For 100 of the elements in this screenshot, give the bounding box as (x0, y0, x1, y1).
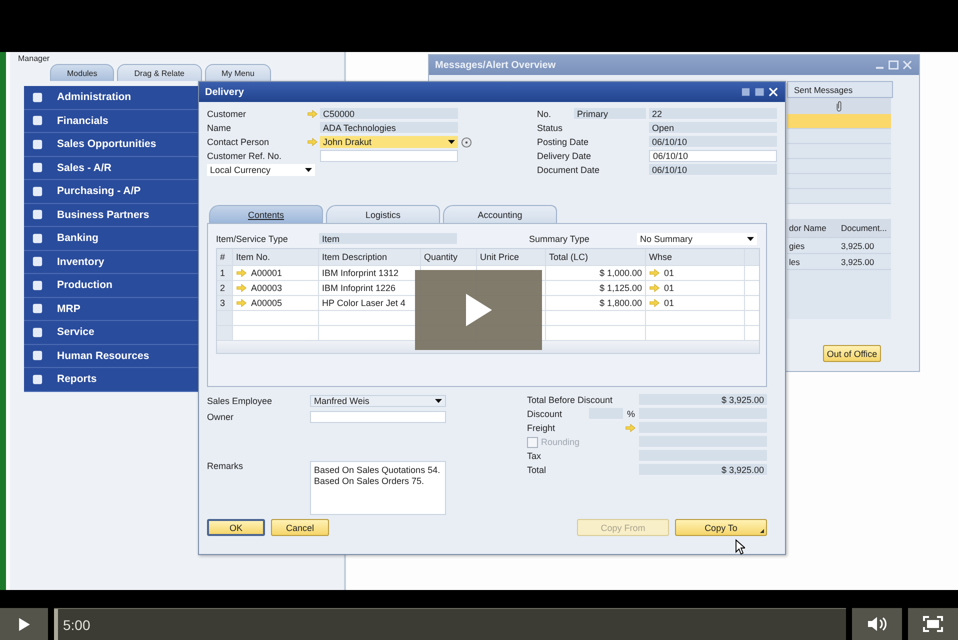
table-cell-text: les (788, 256, 801, 266)
field-label: Contact Person (207, 137, 270, 147)
field-label: Name (207, 123, 232, 133)
arrow-icon[interactable] (236, 299, 247, 307)
readonly-field: C50000 (320, 108, 458, 120)
play-icon (18, 618, 30, 630)
table-cell: $ 1,125.00 (546, 281, 646, 295)
caret-icon (747, 237, 754, 241)
square-icon (32, 350, 43, 362)
form-button[interactable]: OK (207, 519, 265, 536)
column-header: Quantity (421, 249, 477, 265)
table-cell: A00003 (251, 283, 282, 293)
readonly-field: 06/10/10 (649, 164, 777, 176)
progress-bar[interactable]: 5:00 (54, 608, 846, 640)
remarks-text: Based On Sales Quotations 54. (314, 465, 442, 475)
table-cell: $ 1,800.00 (546, 296, 646, 310)
form-button[interactable]: Copy To (675, 519, 767, 536)
arrow-icon[interactable] (307, 110, 318, 118)
readonly-field: 22 (649, 108, 777, 120)
table-cell-text: gies (788, 240, 806, 250)
dropdown-field[interactable]: No Summary (637, 233, 757, 245)
column-header: Unit Price (477, 249, 546, 265)
square-icon (32, 280, 43, 291)
table-cell: 01 (664, 268, 674, 278)
form-tab[interactable]: Logistics (326, 205, 440, 223)
input-field[interactable] (320, 150, 458, 162)
form-tab[interactable]: Contents (209, 205, 323, 223)
window-title: Delivery (205, 86, 244, 98)
input-field[interactable] (310, 411, 446, 423)
row-number: 1 (217, 266, 233, 280)
arrow-icon[interactable] (625, 424, 636, 432)
field-label: Posting Date (537, 137, 590, 147)
window-title: Messages/Alert Overview (435, 60, 556, 70)
readonly-field: $ 3,925.00 (639, 394, 767, 406)
readonly-field: Item (319, 233, 457, 245)
arrow-icon[interactable] (649, 284, 660, 292)
dropdown-field[interactable]: John Drakut (320, 136, 458, 148)
field-label: Freight (527, 423, 556, 433)
arrow-icon[interactable] (236, 269, 247, 277)
module-tab[interactable]: Drag & Relate (117, 64, 202, 81)
fullscreen-button[interactable] (908, 608, 958, 640)
time-label: 5:00 (63, 616, 90, 632)
circle-button-icon[interactable] (461, 136, 472, 148)
arrow-icon[interactable] (236, 284, 247, 292)
fullscreen-icon (923, 616, 943, 632)
row-number: 2 (217, 281, 233, 295)
unit-label: % (626, 409, 636, 419)
play-button[interactable] (0, 608, 48, 640)
caret-icon (448, 140, 455, 144)
table-cell: $ 1,000.00 (546, 266, 646, 280)
field-label: Customer (207, 109, 248, 119)
square-icon (32, 326, 43, 338)
module-tab[interactable]: Modules (50, 64, 114, 81)
caret-icon (305, 168, 312, 172)
volume-button[interactable] (852, 608, 902, 640)
field-label: Owner (207, 412, 235, 422)
module-tab[interactable]: My Menu (204, 64, 272, 81)
field-label: Status (537, 123, 564, 133)
series-field[interactable]: Primary (574, 108, 646, 120)
dropdown-field[interactable]: Manfred Weis (310, 395, 446, 407)
row-number: 3 (217, 296, 233, 310)
remarks-field[interactable]: Based On Sales Quotations 54. Based On Sales Orders 75. (310, 461, 446, 515)
message-row[interactable] (787, 114, 891, 129)
column-header: Whse (646, 249, 745, 265)
square-icon (32, 115, 43, 126)
readonly-field: 06/10/10 (649, 136, 777, 148)
play-overlay-button[interactable] (415, 270, 542, 350)
form-button[interactable]: Cancel (271, 519, 329, 536)
table-cell: 01 (664, 283, 674, 293)
field-label: Item/Service Type (216, 234, 289, 244)
out-of-office-button[interactable]: Out of Office (823, 345, 881, 362)
form-tab[interactable]: Accounting (443, 205, 557, 223)
caret-icon (435, 399, 442, 403)
percent-field[interactable] (589, 408, 623, 420)
checkbox-label: Rounding (541, 437, 580, 447)
arrow-icon[interactable] (649, 299, 660, 307)
readonly-field: Open (649, 122, 777, 134)
play-icon (466, 293, 492, 327)
volume-icon (867, 616, 887, 632)
currency-dropdown[interactable]: Local Currency (207, 164, 315, 176)
square-icon (32, 209, 43, 220)
field-label: Remarks (207, 461, 244, 473)
progress-handle[interactable] (54, 609, 58, 640)
window-controls-icon[interactable] (741, 87, 779, 97)
messages-tab[interactable]: Sent Messages (787, 81, 893, 98)
field-label: Delivery Date (537, 151, 592, 161)
arrow-icon[interactable] (649, 269, 660, 277)
mouse-cursor-icon (735, 539, 745, 555)
square-icon (32, 303, 43, 314)
input-field[interactable]: 06/10/10 (649, 150, 777, 162)
square-icon (32, 92, 43, 103)
field-label: Discount (527, 409, 564, 419)
square-icon (32, 138, 43, 150)
column-header: Total (LC) (546, 249, 646, 265)
square-icon (32, 374, 43, 385)
table-cell: 01 (664, 298, 674, 308)
readonly-field: ADA Technologies (320, 122, 458, 134)
arrow-icon[interactable] (307, 138, 318, 146)
square-icon (32, 256, 43, 268)
paperclip-icon (836, 100, 842, 112)
